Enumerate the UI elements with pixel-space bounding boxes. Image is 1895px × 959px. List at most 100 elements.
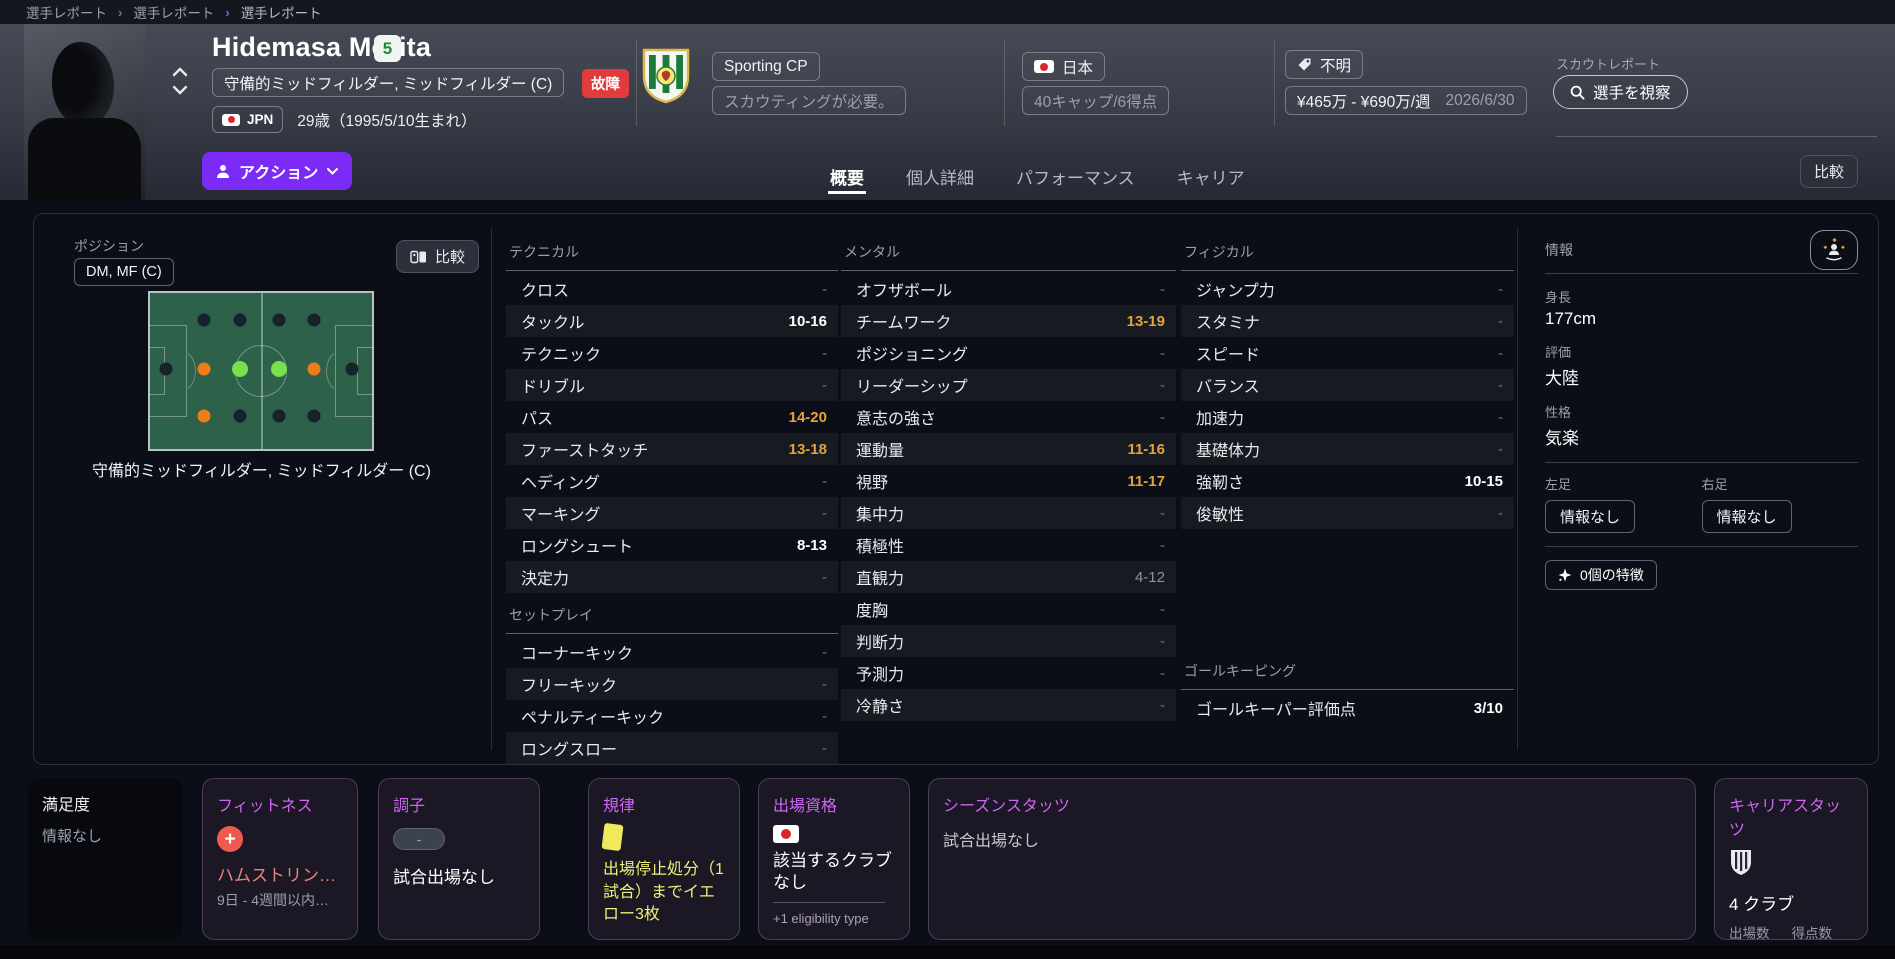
attributes-column-technical: テクニカルクロス-タックル10-16テクニック-ドリブル-パス14-20ファース… xyxy=(506,242,838,764)
satisfaction-card: 満足度 情報なし xyxy=(28,778,183,940)
attribute-row: パス 14-20 xyxy=(506,401,838,433)
positions-value-box: DM, MF (C) xyxy=(74,258,174,286)
position-dot-dark xyxy=(272,410,285,423)
attribute-value: - xyxy=(822,505,827,522)
breadcrumb-item[interactable]: 選手レポート xyxy=(133,2,214,22)
position-dot-dark xyxy=(308,410,321,423)
attribute-label: 意志の強さ xyxy=(856,405,936,429)
attribute-row: 強靭さ10-15 xyxy=(1181,465,1514,497)
attribute-label: ロングシュート xyxy=(521,533,633,557)
attribute-label: ゴールキーパー評価点 xyxy=(1196,696,1356,720)
attribute-value: - xyxy=(822,473,827,490)
position-dot-dark xyxy=(346,363,359,376)
fitness-title: フィットネス xyxy=(217,792,343,816)
attribute-label: オフザボール xyxy=(856,277,952,301)
attribute-label: 集中力 xyxy=(856,501,904,525)
header-divider xyxy=(1274,40,1275,126)
action-button[interactable]: アクション xyxy=(202,152,352,190)
tab-bar: 概要個人詳細パフォーマンスキャリア xyxy=(830,152,1245,200)
injury-badge: 故障 xyxy=(582,69,629,98)
attribute-label: クロス xyxy=(521,277,569,301)
attribute-label: ヘディング xyxy=(521,469,600,493)
tab-2[interactable]: パフォーマンス xyxy=(1016,152,1135,200)
chevron-right-icon: › xyxy=(118,5,122,20)
position-dot-dark xyxy=(159,363,172,376)
attribute-value: - xyxy=(1160,345,1165,362)
attribute-row: 加速力- xyxy=(1181,401,1514,433)
attribute-label: ファーストタッチ xyxy=(521,437,648,461)
attributes-section: ゴールキーピングゴールキーパー評価点3/10 xyxy=(1181,661,1514,724)
attribute-value: - xyxy=(1160,409,1165,426)
discipline-title: 規律 xyxy=(603,792,725,816)
breadcrumb-item[interactable]: 選手レポート xyxy=(26,2,107,22)
player-header: Hidemasa Morita 5 守備的ミッドフィルダー, ミッドフィルダー … xyxy=(0,24,1895,200)
attribute-value: - xyxy=(822,708,827,725)
season-stats-card[interactable]: シーズンスタッツ 試合出場なし xyxy=(928,778,1696,940)
scout-knowledge-button[interactable] xyxy=(1810,230,1858,270)
attribute-value: - xyxy=(1498,441,1503,458)
yellow-card-icon xyxy=(601,823,623,851)
attribute-value: - xyxy=(1160,601,1165,618)
discipline-card[interactable]: 規律 出場停止処分（1試合）までイエロー3枚 xyxy=(588,778,740,940)
attribute-row: ジャンプ力- xyxy=(1181,273,1514,305)
breadcrumb: 選手レポート › 選手レポート › 選手レポート xyxy=(0,0,1895,24)
previous-player-button[interactable] xyxy=(172,66,188,77)
attribute-value: 14-20 xyxy=(789,409,827,426)
personality-field: 性格 気楽 xyxy=(1545,402,1858,449)
attribute-value: - xyxy=(1160,665,1165,682)
attribute-value: 8-13 xyxy=(797,537,827,554)
career-stats-card[interactable]: キャリアスタッツ 4 クラブ 出場数 279 得点数 21 xyxy=(1714,778,1868,940)
position-dot-dark xyxy=(197,313,210,326)
footer-strip xyxy=(0,945,1895,959)
positions-caption: 守備的ミッドフィルダー, ミッドフィルダー (C) xyxy=(34,457,489,481)
tab-0[interactable]: 概要 xyxy=(830,152,864,200)
attributes-section-title: セットプレイ xyxy=(506,605,838,634)
attribute-row: コーナーキック- xyxy=(506,636,838,668)
attribute-row: ドリブル- xyxy=(506,369,838,401)
attribute-label: 決定力 xyxy=(521,565,569,589)
traits-button[interactable]: 0個の特徴 xyxy=(1545,560,1657,590)
tag-icon xyxy=(1297,57,1312,72)
attribute-row: オフザボール - xyxy=(841,273,1176,305)
attribute-value: 10-16 xyxy=(789,313,827,330)
compare-button-positions[interactable]: 比較 xyxy=(396,240,479,273)
next-player-button[interactable] xyxy=(172,85,188,96)
attribute-label: タックル xyxy=(521,309,585,333)
nation-box[interactable]: 日本 xyxy=(1022,52,1105,81)
attribute-value: 13-19 xyxy=(1127,313,1165,330)
attributes-section: テクニカルクロス-タックル10-16テクニック-ドリブル-パス14-20ファース… xyxy=(506,242,838,593)
tab-3[interactable]: キャリア xyxy=(1177,152,1245,200)
club-shield-icon xyxy=(1729,848,1853,881)
attribute-row: 集中力 - xyxy=(841,497,1176,529)
attribute-row: フリーキック- xyxy=(506,668,838,700)
attributes-section-title: テクニカル xyxy=(506,242,838,271)
tab-1[interactable]: 個人詳細 xyxy=(906,152,974,200)
position-dot-green xyxy=(271,361,287,377)
compare-button-top[interactable]: 比較 xyxy=(1800,155,1858,188)
injury-duration: 9日 - 4週間以内… xyxy=(217,890,343,910)
attribute-label: 基礎体力 xyxy=(1196,437,1260,461)
overview-panel: ポジション DM, MF (C) 比較 守備的ミッドフィルダー, ミッドフィルダ… xyxy=(33,213,1879,765)
chevron-down-icon xyxy=(327,168,338,175)
attribute-label: パス xyxy=(521,405,553,429)
condition-card[interactable]: 調子 - 試合出場なし xyxy=(378,778,540,940)
condition-title: 調子 xyxy=(393,792,525,816)
fitness-card[interactable]: フィットネス + ハムストリン… 9日 - 4週間以内… xyxy=(202,778,358,940)
attribute-value: - xyxy=(1160,281,1165,298)
attribute-value: - xyxy=(1498,313,1503,330)
attribute-value: - xyxy=(1160,377,1165,394)
attribute-value: - xyxy=(1160,505,1165,522)
eligibility-card[interactable]: 出場資格 該当するクラブなし +1 eligibility type xyxy=(758,778,910,940)
info-divider xyxy=(1545,273,1858,274)
attributes-section: セットプレイコーナーキック-フリーキック-ペナルティーキック-ロングスロー- xyxy=(506,605,838,764)
attribute-row: 度胸- xyxy=(841,593,1176,625)
position-dot-orange xyxy=(197,410,210,423)
attribute-value: - xyxy=(1498,377,1503,394)
scout-player-button[interactable]: 選手を視察 xyxy=(1553,75,1688,109)
right-foot-field: 右足 情報なし xyxy=(1702,474,1859,533)
position-dot-orange xyxy=(197,363,210,376)
sparkle-icon xyxy=(1558,568,1572,582)
attribute-label: スタミナ xyxy=(1196,309,1260,333)
club-name-box[interactable]: Sporting CP xyxy=(712,52,820,81)
attribute-value: - xyxy=(1498,281,1503,298)
